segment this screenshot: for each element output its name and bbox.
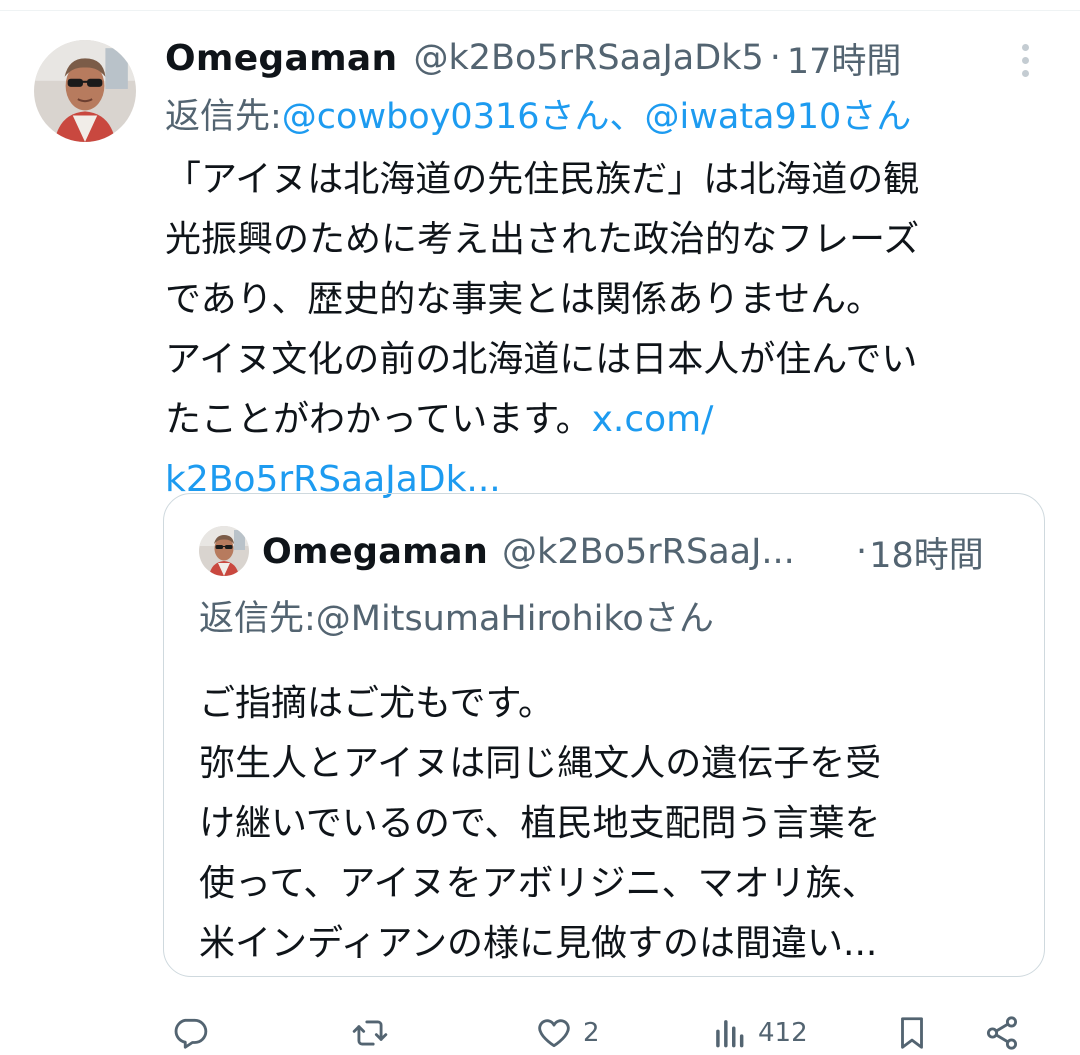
tweet-text: 「アイヌは北海道の先住民族だ」は北海道の観 光振興のために考え出された政治的なフ… [165, 150, 1055, 510]
quote-header: Omegaman @k2Bo5rRSaaJ... · 18時間 [262, 524, 1032, 580]
quote-handle: @k2Bo5rRSaaJ... [502, 532, 795, 572]
mention-separator: 、 [609, 96, 645, 137]
views-button[interactable]: 412 [710, 1013, 808, 1053]
replying-to: 返信先: @cowboy0316さん 、 @iwata910さん [165, 88, 911, 138]
timestamp[interactable]: 17時間 [787, 33, 902, 84]
share-icon [986, 1016, 1018, 1050]
quote-text: ご指摘はご尤もです。 弥生人とアイヌは同じ縄文人の遺伝子を受 け継いでいるので、… [199, 674, 1029, 974]
text-line: 「アイヌは北海道の先住民族だ」は北海道の観 [165, 159, 920, 200]
text-line: け継いでいるので、植民地支配問う言葉を [199, 803, 881, 844]
quote-avatar [199, 526, 249, 576]
separator-dot: · [769, 38, 781, 78]
reply-prefix: 返信先: [165, 96, 282, 137]
tweet-link[interactable]: x.com/ [592, 399, 714, 440]
text-line: アイヌ文化の前の北海道には日本人が住んでい [165, 339, 918, 380]
quote-display-name: Omegaman [262, 532, 489, 572]
tweet-header: Omegaman @k2Bo5rRSaaJaDk5 · 17時間 [165, 32, 901, 84]
retweet-icon [352, 1020, 388, 1046]
text-line: たことがわかっています。x.com/ [165, 390, 1055, 450]
handle[interactable]: @k2Bo5rRSaaJaDk5 [413, 38, 763, 78]
quote-timestamp: 18時間 [869, 535, 984, 576]
share-button[interactable] [983, 1013, 1021, 1053]
more-options-icon[interactable] [1010, 40, 1040, 80]
text-line: 米インディアンの様に見做すのは間違い... [199, 923, 878, 964]
avatar[interactable] [34, 40, 136, 142]
like-count: 2 [583, 1018, 600, 1048]
mention-link[interactable]: @iwata910さん [645, 88, 912, 139]
text-line: 光振興のために考え出された政治的なフレーズ [165, 219, 920, 260]
reply-button[interactable] [171, 1013, 209, 1053]
views-count: 412 [758, 1018, 808, 1048]
quote-mention: @MitsumaHirohikoさん [315, 598, 714, 639]
text-line: 使って、アイヌをアボリジニ、マオリ族、 [199, 863, 878, 904]
like-icon [538, 1019, 570, 1048]
quoted-tweet[interactable]: Omegaman @k2Bo5rRSaaJ... · 18時間 返信先: @Mi… [163, 493, 1045, 977]
reply-icon [174, 1018, 208, 1049]
display-name[interactable]: Omegaman [165, 38, 397, 79]
text-line: であり、歴史的な事実とは関係ありません。 [165, 279, 883, 320]
tweet[interactable]: Omegaman @k2Bo5rRSaaJaDk5 · 17時間 返信先: @c… [0, 0, 1080, 1050]
like-button[interactable]: 2 [535, 1013, 600, 1053]
avatar-image [34, 40, 136, 142]
action-bar: 2 412 [165, 1005, 1045, 1055]
reply-prefix: 返信先: [199, 598, 316, 639]
views-icon [716, 1020, 744, 1048]
quote-avatar-image [199, 526, 249, 576]
divider [0, 10, 1080, 11]
quote-replying-to: 返信先: @MitsumaHirohikoさん [199, 590, 714, 640]
retweet-button[interactable] [351, 1013, 389, 1053]
text-line: ご指摘はご尤もです。 [199, 683, 554, 724]
bookmark-icon [901, 1017, 923, 1049]
text-line: 弥生人とアイヌは同じ縄文人の遺伝子を受 [199, 743, 882, 784]
bookmark-button[interactable] [893, 1013, 931, 1053]
mention-link[interactable]: @cowboy0316さん [282, 88, 610, 139]
text-fragment: たことがわかっています。 [165, 399, 592, 440]
separator-dot: · [856, 532, 868, 572]
